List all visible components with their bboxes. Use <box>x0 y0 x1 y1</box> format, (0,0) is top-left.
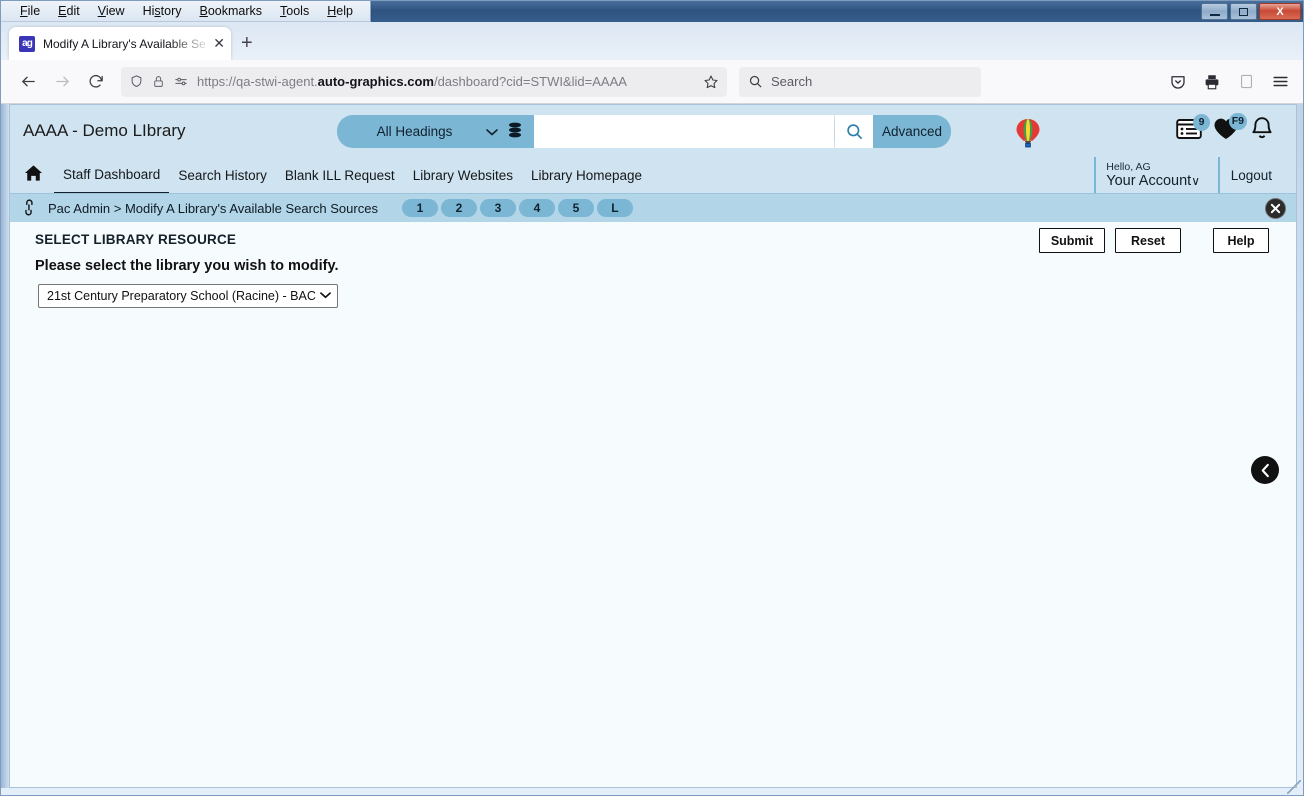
window-controls: X <box>1201 3 1301 20</box>
titlebar-ghost-area <box>371 1 1303 22</box>
menu-history[interactable]: History <box>134 1 191 22</box>
bookmark-star-icon <box>704 74 718 88</box>
home-icon[interactable] <box>24 164 43 187</box>
back-button[interactable] <box>11 67 45 97</box>
chevron-down-icon: ∨ <box>1191 173 1200 188</box>
nav-link-search-history[interactable]: Search History <box>169 158 276 193</box>
breadcrumb-bar: Pac Admin > Modify A Library's Available… <box>10 193 1296 222</box>
lock-icon <box>154 76 163 87</box>
window-maximize-button[interactable] <box>1230 3 1257 20</box>
hello-greeting: Hello, AG <box>1106 160 1151 173</box>
your-account-label: Your Account∨ <box>1106 173 1200 190</box>
app-nav-row: Staff Dashboard Search History Blank ILL… <box>10 157 1296 194</box>
step-pill-4[interactable]: 4 <box>518 199 555 217</box>
my-list-icon[interactable]: 9 <box>1176 113 1210 145</box>
advanced-search-button[interactable]: Advanced <box>873 115 951 148</box>
link-chain-icon <box>18 196 43 221</box>
help-button[interactable]: Help <box>1213 228 1269 253</box>
url-bar[interactable]: https://qa-stwi-agent.auto-graphics.com/… <box>121 66 727 97</box>
nav-link-blank-ill-request[interactable]: Blank ILL Request <box>276 158 404 193</box>
pocket-icon[interactable] <box>1163 67 1193 97</box>
browser-toolbar: https://qa-stwi-agent.auto-graphics.com/… <box>1 60 1303 104</box>
window-close-button[interactable]: X <box>1259 3 1301 20</box>
page-title: SELECT LIBRARY RESOURCE <box>35 232 237 247</box>
chevron-down-icon <box>486 125 498 139</box>
app-menu-icon[interactable] <box>1265 67 1295 97</box>
browser-search-placeholder: Search <box>771 74 813 89</box>
menu-tools[interactable]: Tools <box>271 1 318 22</box>
my-list-badge: 9 <box>1193 113 1210 131</box>
menu-edit[interactable]: Edit <box>49 1 89 22</box>
header-icon-group: 9 F9 <box>1176 112 1274 146</box>
shield-icon <box>131 75 142 88</box>
url-text: https://qa-stwi-agent.auto-graphics.com/… <box>197 74 695 89</box>
logout-link[interactable]: Logout <box>1217 157 1272 193</box>
new-tab-button[interactable]: + <box>241 33 253 53</box>
nav-link-library-websites[interactable]: Library Websites <box>404 158 522 193</box>
menu-view[interactable]: View <box>89 1 134 22</box>
browser-toolbar-icons <box>1151 67 1295 97</box>
hot-air-balloon-icon[interactable] <box>1015 118 1041 153</box>
search-input[interactable] <box>534 115 834 148</box>
menu-bookmarks[interactable]: Bookmarks <box>191 1 272 22</box>
close-icon[interactable] <box>1265 198 1286 219</box>
page-viewport: AAAA - Demo LIbrary All Headings Advance… <box>9 104 1297 788</box>
print-icon[interactable] <box>1197 67 1227 97</box>
tab-strip: ag Modify A Library's Available Sea ✕ + <box>1 22 1303 60</box>
menu-file[interactable]: File <box>11 1 49 22</box>
menu-help[interactable]: Help <box>318 1 362 22</box>
chevron-down-icon <box>320 290 331 302</box>
your-account-text: Your Account <box>1106 172 1192 189</box>
tabstrip-ghost-1 <box>277 36 280 48</box>
reload-button[interactable] <box>79 67 113 97</box>
nav-link-library-homepage[interactable]: Library Homepage <box>522 158 651 193</box>
window-titlebar: File Edit View History Bookmarks Tools H… <box>1 1 1303 22</box>
breadcrumb: Pac Admin > Modify A Library's Available… <box>48 200 378 216</box>
app-header: AAAA - Demo LIbrary All Headings Advance… <box>10 105 1296 157</box>
forward-button[interactable] <box>45 67 79 97</box>
search-scope-dropdown[interactable]: All Headings <box>337 115 534 148</box>
search-scope-label: All Headings <box>376 124 453 139</box>
browser-window: File Edit View History Bookmarks Tools H… <box>0 0 1304 796</box>
window-left-edge <box>1 104 9 788</box>
url-suffix: /dashboard?cid=STWI&lid=AAAA <box>433 74 627 89</box>
tab-close-icon[interactable]: ✕ <box>213 36 225 52</box>
step-pill-1[interactable]: 1 <box>401 199 438 217</box>
library-title: AAAA - Demo LIbrary <box>23 121 186 140</box>
permissions-icon <box>175 77 187 86</box>
catalog-search-bar: All Headings Advanced <box>337 115 951 148</box>
nav-link-staff-dashboard[interactable]: Staff Dashboard <box>54 157 170 194</box>
browser-search-bar[interactable]: Search <box>739 66 981 97</box>
page-favicon: ag <box>19 35 35 52</box>
submit-button[interactable]: Submit <box>1039 228 1105 253</box>
back-panel-toggle-icon[interactable] <box>1251 456 1279 484</box>
favorites-heart-icon[interactable]: F9 <box>1213 112 1247 146</box>
notifications-bell-icon[interactable] <box>1250 116 1274 146</box>
search-submit-icon[interactable] <box>835 115 873 148</box>
reader-view-icon[interactable] <box>1231 67 1261 97</box>
database-icon[interactable] <box>508 122 522 141</box>
step-pill-3[interactable]: 3 <box>479 199 516 217</box>
window-minimize-button[interactable] <box>1201 3 1228 20</box>
window-resize-grip[interactable] <box>1287 780 1301 794</box>
url-prefix: https://qa-stwi-agent. <box>197 74 318 89</box>
your-account-menu[interactable]: Hello, AG Your Account∨ <box>1094 157 1200 193</box>
reset-button[interactable]: Reset <box>1115 228 1181 253</box>
favorites-badge: F9 <box>1228 112 1247 130</box>
browser-tab-title: Modify A Library's Available Sea <box>43 36 206 51</box>
menu-bar: File Edit View History Bookmarks Tools H… <box>1 1 371 22</box>
url-domain: auto-graphics.com <box>317 74 434 89</box>
search-icon <box>749 75 762 88</box>
library-select-value: 21st Century Preparatory School (Racine)… <box>47 289 316 303</box>
browser-tab-active[interactable]: ag Modify A Library's Available Sea ✕ <box>9 27 231 60</box>
main-content: SELECT LIBRARY RESOURCE Please select th… <box>10 222 1296 787</box>
step-pill-2[interactable]: 2 <box>440 199 477 217</box>
library-select[interactable]: 21st Century Preparatory School (Racine)… <box>38 284 338 308</box>
form-button-row: Submit Reset Help <box>1029 228 1269 253</box>
step-pill-l[interactable]: L <box>596 199 633 217</box>
step-pills: 1 2 3 4 5 L <box>401 199 633 217</box>
step-pill-5[interactable]: 5 <box>557 199 594 217</box>
form-prompt: Please select the library you wish to mo… <box>35 258 339 274</box>
